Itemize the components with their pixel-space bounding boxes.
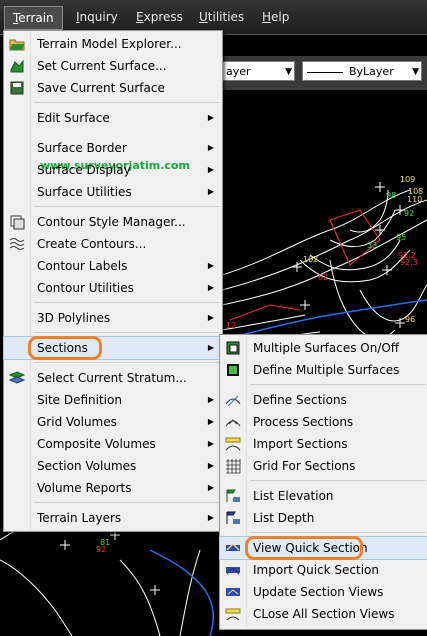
menu-item-terrain-model-explorer[interactable]: Terrain Model Explorer... <box>4 33 222 55</box>
folder-open-icon <box>9 39 25 51</box>
submenu-arrow-icon: ▶ <box>207 461 214 470</box>
highlight-circle-sections <box>28 336 102 360</box>
menu-express[interactable]: Express <box>130 9 189 25</box>
elevation-label: 102 <box>303 255 318 264</box>
menu-item-process-sections[interactable]: Process Sections <box>220 411 427 433</box>
elevation-label: 33 <box>367 241 377 250</box>
menu-item-surface-border[interactable]: Surface Border ▶ <box>4 137 222 159</box>
submenu-arrow-icon: ▶ <box>207 395 214 404</box>
update-section-views-icon <box>226 588 240 596</box>
elevation-label: 96 <box>405 315 415 324</box>
menu-item-update-section-views[interactable]: Update Section Views <box>220 581 427 603</box>
stratum-icon <box>9 371 25 384</box>
menu-item-save-current-surface[interactable]: Save Current Surface <box>4 77 222 99</box>
menu-inquiry[interactable]: Inquiry <box>70 9 124 25</box>
line-sample <box>307 71 343 73</box>
import-quick-section-icon <box>226 567 240 575</box>
menu-item-list-elevation[interactable]: List Elevation <box>220 485 427 507</box>
submenu-arrow-icon: ▶ <box>207 483 214 492</box>
menu-separator <box>250 384 426 385</box>
menu-item-define-multiple-surfaces[interactable]: Define Multiple Surfaces <box>220 359 427 381</box>
contours-icon <box>9 238 25 250</box>
submenu-arrow-icon: ▶ <box>207 439 214 448</box>
elevation-label: 95 <box>396 233 406 242</box>
menu-item-import-sections[interactable]: Import Sections <box>220 433 427 455</box>
elevation-label: 98 <box>386 191 396 200</box>
import-sections-icon <box>225 437 241 451</box>
elevation-label: 62 <box>318 273 328 282</box>
menu-item-grid-volumes[interactable]: Grid Volumes ▶ <box>4 411 222 433</box>
menu-separator <box>250 532 426 533</box>
process-sections-icon <box>225 419 241 427</box>
menu-item-create-contours[interactable]: Create Contours... <box>4 233 222 255</box>
properties-toolbar: ayer ▼ ByLayer ▼ <box>222 56 427 90</box>
linetype-combo[interactable]: ByLayer ▼ <box>302 61 422 81</box>
menu-separator <box>34 102 220 103</box>
menu-separator <box>34 206 220 207</box>
menu-item-close-all-section-views[interactable]: CLose All Section Views <box>220 603 427 625</box>
layer-combo[interactable]: ayer ▼ <box>222 61 295 81</box>
menu-item-set-current-surface[interactable]: Set Current Surface... <box>4 55 222 77</box>
menu-item-import-quick-section[interactable]: Import Quick Section <box>220 559 427 581</box>
menu-separator <box>34 362 220 363</box>
submenu-arrow-icon: ▶ <box>207 313 214 322</box>
menu-item-contour-style-manager[interactable]: Contour Style Manager... <box>4 211 222 233</box>
submenu-arrow-icon: ▶ <box>207 513 214 522</box>
chevron-down-icon: ▼ <box>412 67 419 77</box>
menu-item-volume-reports[interactable]: Volume Reports ▶ <box>4 477 222 499</box>
menu-item-surface-display[interactable]: Surface Display ▶ <box>4 159 222 181</box>
menu-item-terrain-layers[interactable]: Terrain Layers ▶ <box>4 507 222 529</box>
define-surfaces-icon <box>227 364 239 376</box>
menu-item-list-depth[interactable]: List Depth <box>220 507 427 529</box>
chevron-down-icon: ▼ <box>285 67 292 77</box>
menu-separator <box>34 302 220 303</box>
submenu-arrow-icon: ▶ <box>207 187 214 196</box>
highlight-circle-view-quick-section <box>245 536 363 560</box>
multiple-surfaces-icon <box>226 341 240 355</box>
menu-item-contour-labels[interactable]: Contour Labels ▶ <box>4 255 222 277</box>
list-elevation-icon <box>226 489 240 502</box>
define-sections-icon <box>225 395 241 407</box>
submenu-arrow-icon: ▶ <box>207 417 214 426</box>
menu-item-site-definition[interactable]: Site Definition ▶ <box>4 389 222 411</box>
menu-separator <box>34 502 220 503</box>
menu-item-select-current-stratum[interactable]: Select Current Stratum... <box>4 367 222 389</box>
submenu-arrow-icon: ▶ <box>207 261 214 270</box>
submenu-arrow-icon: ▶ <box>207 113 214 122</box>
menu-item-3d-polylines[interactable]: 3D Polylines ▶ <box>4 307 222 329</box>
elevation-label: 110 <box>407 195 422 204</box>
menu-terrain[interactable]: Terrain <box>4 6 63 30</box>
submenu-arrow-icon: ▶ <box>207 283 214 292</box>
list-depth-icon <box>226 511 240 524</box>
terrain-menu: Terrain Model Explorer... Set Current Su… <box>3 30 223 532</box>
elevation-label: 92.3 <box>400 258 418 267</box>
surface-icon <box>10 59 24 73</box>
grid-icon <box>226 459 241 474</box>
menu-item-surface-utilities[interactable]: Surface Utilities ▶ <box>4 181 222 203</box>
menu-item-grid-for-sections[interactable]: Grid For Sections <box>220 455 427 477</box>
menu-help[interactable]: Help <box>256 9 295 25</box>
elevation-label: 92 <box>96 545 106 554</box>
menu-item-define-sections[interactable]: Define Sections <box>220 389 427 411</box>
menu-separator <box>34 332 220 333</box>
submenu-arrow-icon: ▶ <box>207 343 214 352</box>
contour-style-icon <box>10 215 25 230</box>
menu-separator <box>250 480 426 481</box>
elevation-label: 109 <box>400 175 415 184</box>
submenu-arrow-icon: ▶ <box>207 143 214 152</box>
view-quick-section-icon <box>226 542 240 551</box>
submenu-arrow-icon: ▶ <box>207 165 214 174</box>
menu-item-multiple-surfaces-on-off[interactable]: Multiple Surfaces On/Off <box>220 337 427 359</box>
elevation-label: 92 <box>404 209 414 218</box>
menu-item-composite-volumes[interactable]: Composite Volumes ▶ <box>4 433 222 455</box>
menu-utilities[interactable]: Utilities <box>193 9 250 25</box>
menu-item-contour-utilities[interactable]: Contour Utilities ▶ <box>4 277 222 299</box>
elevation-label: 12 <box>226 321 236 330</box>
menu-item-section-volumes[interactable]: Section Volumes ▶ <box>4 455 222 477</box>
sections-submenu: Multiple Surfaces On/Off Define Multiple… <box>219 334 427 630</box>
menu-item-edit-surface[interactable]: Edit Surface ▶ <box>4 107 222 129</box>
close-section-views-icon <box>225 608 241 621</box>
save-surface-icon <box>10 81 24 95</box>
